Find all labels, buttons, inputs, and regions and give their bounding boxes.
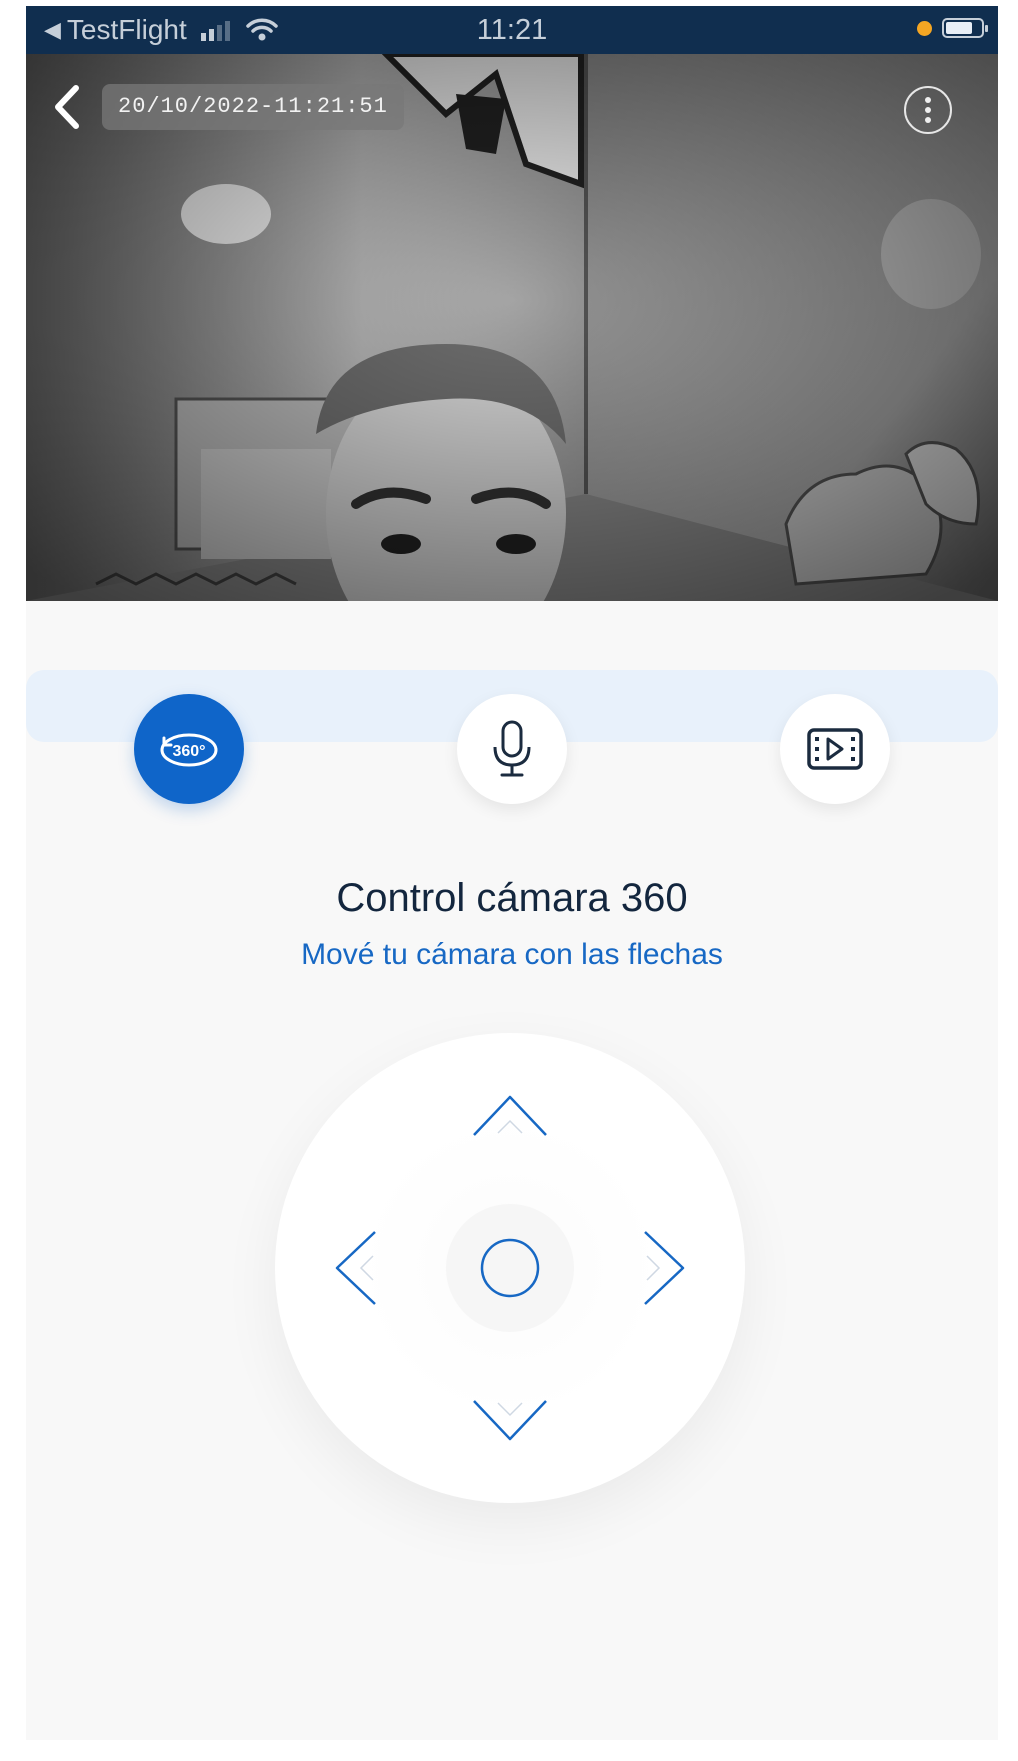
rotate-360-icon: 360° [160,733,218,767]
circle-icon [480,1238,540,1298]
dot [925,107,931,113]
arrow-left-button[interactable] [331,1228,381,1308]
status-right [917,18,988,38]
control-title: Control cámara 360 [336,876,688,920]
arrow-up-button[interactable] [470,1091,550,1141]
center-home-button[interactable] [446,1204,574,1332]
feed-timestamp: 20/10/2022-11:21:51 [102,84,404,130]
rotate-360-label: 360° [172,743,205,760]
recordings-button[interactable] [780,694,890,804]
status-time: 11:21 [476,14,548,46]
chevron-left-icon [55,85,79,129]
phone-screen: ◀ TestFlight 11:21 20/10/2022-11:21:51 3… [26,6,998,1740]
microphone-button[interactable] [457,694,567,804]
page: ◀ TestFlight 11:21 20/10/2022-11:21:51 3… [0,0,1018,1761]
camera-feed-image [26,54,998,601]
pan-tilt-joystick [275,1033,745,1503]
arrow-right-button[interactable] [639,1228,689,1308]
microphone-icon [493,720,531,777]
more-options-button[interactable] [904,86,952,134]
back-button[interactable] [48,82,88,132]
camera-360-button[interactable]: 360° [134,694,244,804]
control-subtitle: Mové tu cámara con las flechas [301,938,723,971]
dot [925,117,931,123]
arrow-down-button[interactable] [470,1395,550,1445]
status-bar: ◀ TestFlight 11:21 [26,6,998,54]
battery-icon [942,18,988,38]
privacy-indicator-dot [917,20,932,36]
video-playback-icon [807,728,863,770]
dot [925,97,931,103]
camera-live-feed: 20/10/2022-11:21:51 [26,54,998,601]
